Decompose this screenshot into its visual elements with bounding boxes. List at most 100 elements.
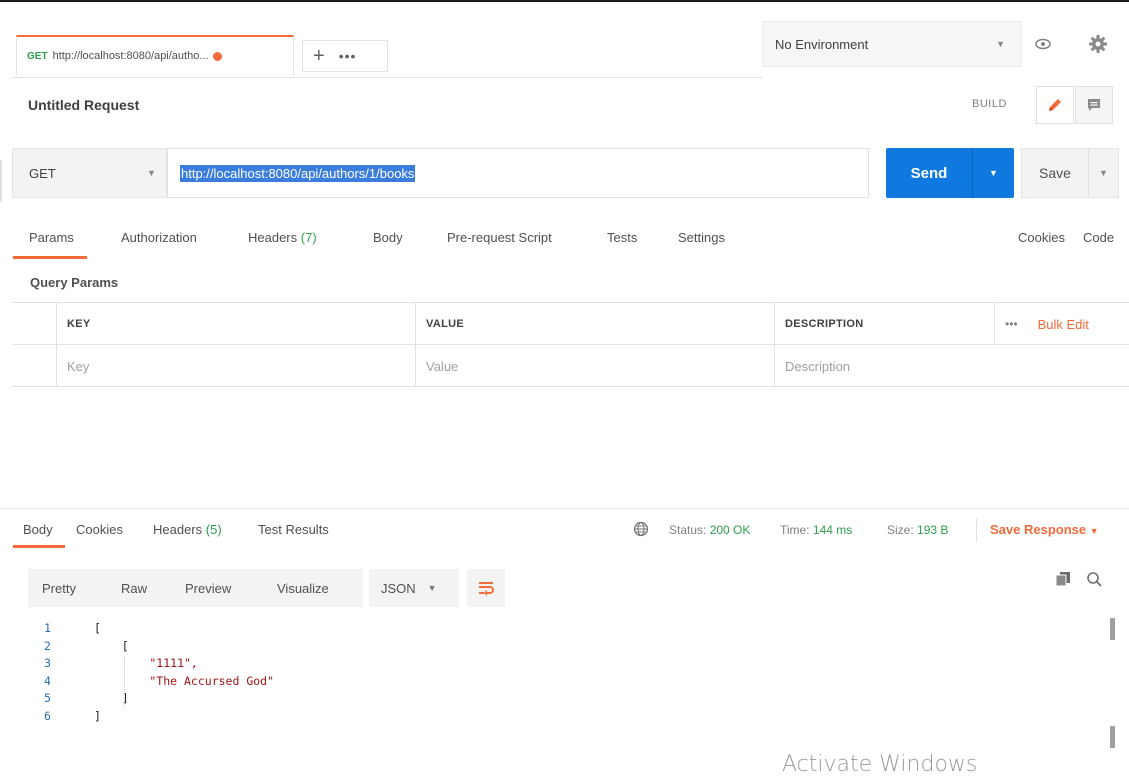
response-tab-test-results[interactable]: Test Results (258, 522, 329, 537)
scrollbar-thumb[interactable] (1110, 726, 1115, 748)
table-row: Key Value Description (12, 345, 1129, 387)
code-text: ] (94, 708, 101, 723)
send-button[interactable]: Send ▼ (886, 148, 1014, 198)
time-label: Time: (780, 523, 810, 537)
time-value: 144 ms (812, 523, 853, 537)
view-preview-button[interactable]: Preview (185, 569, 231, 607)
response-tab-headers[interactable]: Headers (5) (153, 522, 222, 537)
size-value: 193 B (917, 523, 949, 537)
code-text: [ (94, 621, 101, 635)
chevron-down-icon: ▼ (427, 583, 437, 593)
params-more-icon[interactable]: ••• (1005, 317, 1018, 331)
chevron-down-icon: ▼ (996, 39, 1005, 49)
view-visualize-button[interactable]: Visualize (277, 569, 329, 607)
pencil-icon (1049, 99, 1061, 111)
response-tab-body[interactable]: Body (23, 522, 53, 537)
size-readout[interactable]: Size: 193 B (887, 523, 948, 537)
bulk-edit-link[interactable]: Bulk Edit (1038, 317, 1089, 332)
code-line: 6] (40, 708, 274, 726)
request-tab[interactable]: GET http://localhost:8080/api/autho... (16, 35, 294, 75)
environment-selected: No Environment (775, 36, 869, 52)
save-button[interactable]: Save ▼ (1021, 148, 1119, 198)
save-response-label: Save Response (990, 522, 1087, 537)
chevron-down-icon: ▼ (1089, 526, 1099, 536)
key-input[interactable]: Key (56, 345, 415, 387)
status-divider (976, 518, 977, 542)
code-link[interactable]: Code (1083, 230, 1114, 245)
globe-icon[interactable] (633, 521, 649, 540)
left-edge (0, 160, 2, 202)
view-raw-button[interactable]: Raw (121, 569, 147, 607)
tab-more-icon[interactable]: ••• (339, 48, 357, 64)
code-text: "1111", (94, 656, 198, 670)
status-value: 200 OK (709, 523, 751, 537)
code-line: 1[ (40, 620, 274, 638)
view-mode-bar: Pretty Raw Preview Visualize (28, 569, 363, 607)
line-number: 5 (44, 691, 51, 705)
line-number: 2 (44, 638, 51, 653)
code-line: 5 ] (40, 690, 274, 708)
active-response-tab-indicator (13, 545, 65, 548)
tab-params[interactable]: Params (29, 230, 74, 245)
edit-request-button[interactable] (1036, 86, 1074, 124)
description-input[interactable]: Description (774, 345, 1129, 387)
tab-settings[interactable]: Settings (678, 230, 725, 245)
params-table: KEY VALUE DESCRIPTION ••• Bulk Edit Key … (12, 302, 1129, 387)
search-icon[interactable] (1086, 571, 1103, 591)
size-label: Size: (887, 523, 914, 537)
comment-icon (1088, 99, 1100, 111)
chevron-down-icon: ▼ (147, 168, 156, 178)
row-handle-cell (12, 345, 56, 387)
environment-select[interactable]: No Environment ▼ (762, 21, 1022, 67)
method-select-value: GET (29, 165, 56, 181)
cookies-link[interactable]: Cookies (1018, 230, 1065, 245)
method-select[interactable]: GET ▼ (12, 148, 167, 198)
save-options-chevron-icon[interactable]: ▼ (1089, 168, 1118, 178)
code-line: 4 "The Accursed God" (40, 673, 274, 691)
tab-tests[interactable]: Tests (607, 230, 637, 245)
format-select-value: JSON (381, 580, 416, 596)
view-pretty-button[interactable]: Pretty (42, 569, 76, 607)
response-tab-cookies[interactable]: Cookies (76, 522, 123, 537)
copy-icon[interactable] (1055, 571, 1071, 590)
code-text: "The Accursed God" (94, 673, 275, 688)
time-readout[interactable]: Time: 144 ms (780, 523, 852, 537)
response-body-code[interactable]: 1[ 2 [ 3 "1111", 4 "The Accursed God" 5 … (40, 620, 274, 725)
response-divider[interactable] (0, 508, 1129, 509)
status-readout[interactable]: Status: 200 OK (669, 523, 750, 537)
tab-headers-label: Headers (248, 230, 298, 245)
environment-quick-look-button[interactable] (1028, 29, 1058, 59)
params-actions: ••• Bulk Edit (994, 303, 1129, 345)
code-text: [ (94, 638, 129, 653)
response-headers-count: (5) (205, 522, 222, 537)
tab-headers[interactable]: Headers (7) (248, 230, 317, 245)
status-label: Status: (669, 523, 707, 537)
tab-authorization[interactable]: Authorization (121, 230, 197, 245)
send-button-label: Send (910, 164, 948, 182)
request-title[interactable]: Untitled Request (28, 97, 139, 113)
row-handle-cell (12, 303, 56, 345)
settings-button[interactable] (1083, 29, 1113, 59)
activate-windows-watermark: Activate Windows (782, 752, 978, 777)
tab-body[interactable]: Body (373, 230, 403, 245)
new-tab-plus-icon[interactable]: + (313, 45, 325, 68)
params-header-row: KEY VALUE DESCRIPTION ••• Bulk Edit (12, 303, 1129, 345)
request-tab-method: GET (27, 50, 48, 62)
scrollbar-thumb[interactable] (1110, 618, 1115, 640)
url-input-value: http://localhost:8080/api/authors/1/book… (180, 164, 416, 182)
url-input[interactable]: http://localhost:8080/api/authors/1/book… (167, 148, 869, 198)
tab-prerequest-script[interactable]: Pre-request Script (447, 230, 552, 245)
unsaved-dot-icon (212, 51, 222, 61)
line-number: 6 (44, 708, 51, 723)
comments-button[interactable] (1075, 86, 1113, 124)
wrap-lines-icon (479, 582, 494, 596)
line-number: 3 (44, 656, 51, 670)
wrap-lines-button[interactable] (467, 569, 505, 607)
send-options-chevron-icon[interactable]: ▼ (973, 168, 1014, 178)
build-mode-label: BUILD (972, 98, 1007, 110)
value-input[interactable]: Value (415, 345, 774, 387)
tab-headers-count: (7) (300, 230, 317, 245)
format-select[interactable]: JSON ▼ (369, 569, 459, 607)
column-value: VALUE (415, 303, 774, 345)
save-response-button[interactable]: Save Response ▼ (990, 522, 1099, 537)
